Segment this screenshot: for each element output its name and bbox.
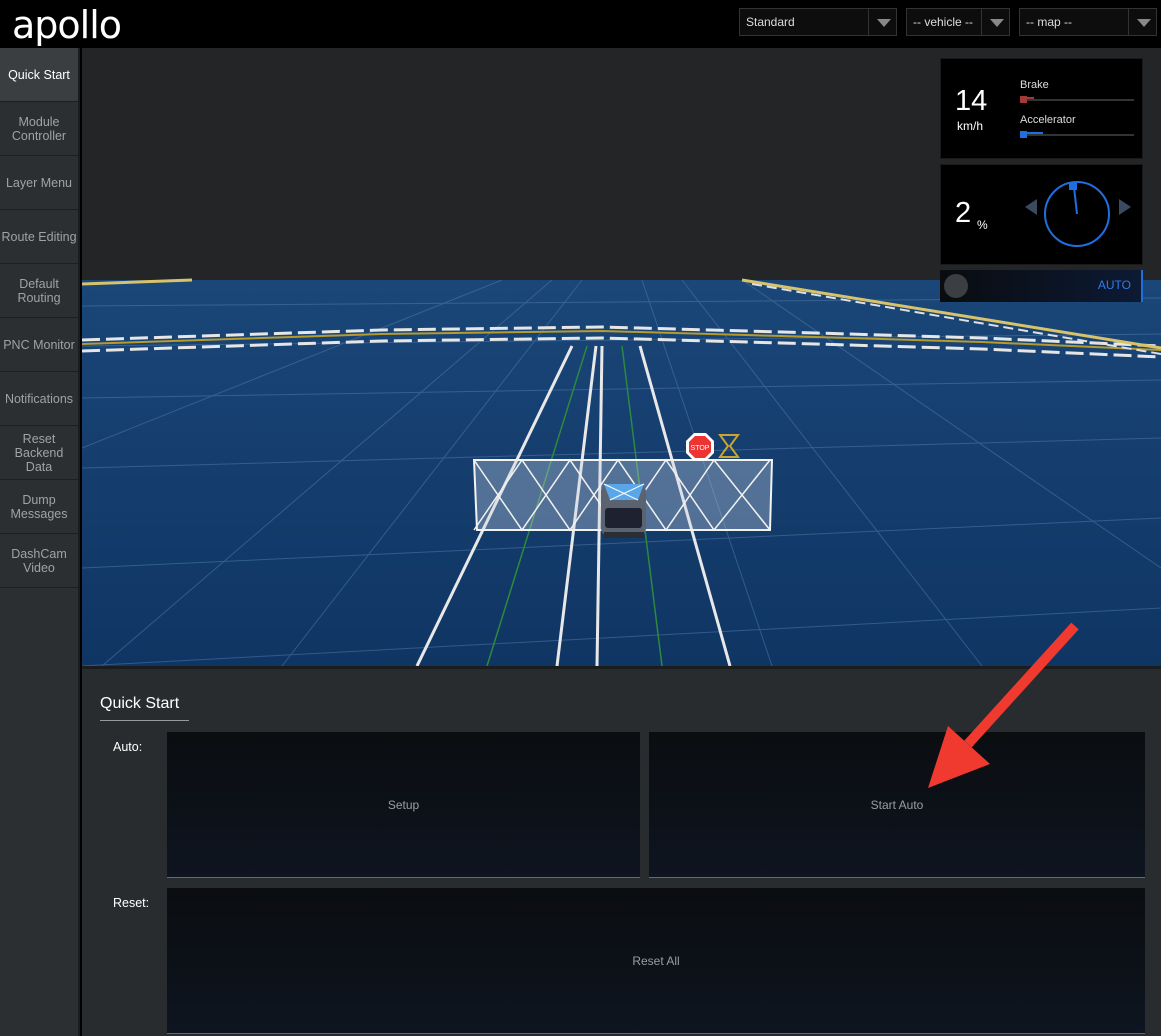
brake-bar: [1020, 96, 1134, 103]
accelerator-label: Accelerator: [1020, 114, 1076, 126]
stop-sign-label: STOP: [691, 445, 710, 452]
sidebar-item-label: Dump Messages: [10, 492, 68, 521]
mode-select-value: Standard: [746, 15, 795, 29]
vehicle-select[interactable]: -- vehicle --: [906, 8, 1010, 36]
sidebar-item-quick-start[interactable]: Quick Start: [0, 48, 78, 102]
speed-unit: km/h: [957, 119, 984, 133]
setup-button[interactable]: Setup: [167, 732, 640, 878]
sidebar-item-label: Route Editing: [1, 229, 77, 244]
sidebar-item-label: Default Routing: [17, 276, 61, 305]
sidebar-item-label: DashCam Video: [11, 546, 67, 575]
stop-sign-icon: STOP: [686, 433, 714, 461]
panel-title-underline: [100, 720, 189, 721]
panel-title: Quick Start: [100, 695, 180, 712]
sidebar-item-label: Reset Backend Data: [14, 431, 64, 474]
sidebar-item-pnc-monitor[interactable]: PNC Monitor: [0, 318, 78, 372]
speed-value: 14: [955, 85, 988, 117]
steering-wheel-icon: [1025, 181, 1131, 247]
reset-row-label: Reset:: [113, 896, 150, 910]
accelerator-bar: [1020, 131, 1134, 138]
steering-panel: 2 %: [940, 164, 1143, 265]
start-auto-button[interactable]: Start Auto: [649, 732, 1145, 878]
vehicle-select-value: -- vehicle --: [913, 15, 974, 29]
brake-knob: [1020, 96, 1027, 103]
map-select-value: -- map --: [1026, 15, 1072, 29]
sidebar-item-label: Notifications: [4, 391, 74, 406]
speed-panel: 14 km/h Brake Accelerator: [940, 58, 1143, 159]
apollo-logo: apollo: [12, 3, 122, 47]
top-header: apollo Standard -- vehicle -- -- map --: [0, 0, 1161, 48]
sidebar-item-layer-menu[interactable]: Layer Menu: [0, 156, 78, 210]
chevron-down-icon: [981, 9, 1009, 35]
setup-button-label: Setup: [387, 797, 420, 812]
sidebar-item-module-controller[interactable]: Module Controller: [0, 102, 78, 156]
sidebar-item-dump-messages[interactable]: Dump Messages: [0, 480, 78, 534]
sidebar-item-dashcam-video[interactable]: DashCam Video: [0, 534, 78, 588]
ego-vehicle: [601, 483, 646, 538]
accelerator-knob: [1020, 131, 1027, 138]
left-turn-icon: [1025, 199, 1037, 215]
sidebar-item-label: PNC Monitor: [3, 337, 75, 352]
sidebar: Quick Start Module Controller Layer Menu…: [0, 48, 80, 1036]
sidebar-item-label: Quick Start: [8, 67, 70, 82]
sidebar-item-label: Module Controller: [11, 114, 67, 143]
map-select[interactable]: -- map --: [1019, 8, 1157, 36]
chevron-down-icon: [1128, 9, 1156, 35]
chevron-down-icon: [868, 9, 896, 35]
start-auto-button-label: Start Auto: [870, 797, 924, 812]
drive-mode-toggle[interactable]: AUTO: [940, 270, 1143, 302]
sidebar-item-notifications[interactable]: Notifications: [0, 372, 78, 426]
reset-all-button-label: Reset All: [632, 953, 680, 968]
auto-row-label: Auto:: [113, 740, 143, 754]
mode-select[interactable]: Standard: [739, 8, 897, 36]
sidebar-item-reset-backend-data[interactable]: Reset Backend Data: [0, 426, 78, 480]
quick-start-panel: Quick Start Auto: Setup Start Auto Reset…: [82, 666, 1161, 1036]
drive-mode-knob: [944, 274, 968, 298]
right-turn-icon: [1119, 199, 1131, 215]
sidebar-item-route-editing[interactable]: Route Editing: [0, 210, 78, 264]
brake-label: Brake: [1020, 79, 1049, 91]
sidebar-item-label: Layer Menu: [5, 175, 72, 190]
sidebar-item-default-routing[interactable]: Default Routing: [0, 264, 78, 318]
drive-mode-label: AUTO: [1097, 278, 1131, 292]
reset-all-button[interactable]: Reset All: [167, 888, 1145, 1034]
